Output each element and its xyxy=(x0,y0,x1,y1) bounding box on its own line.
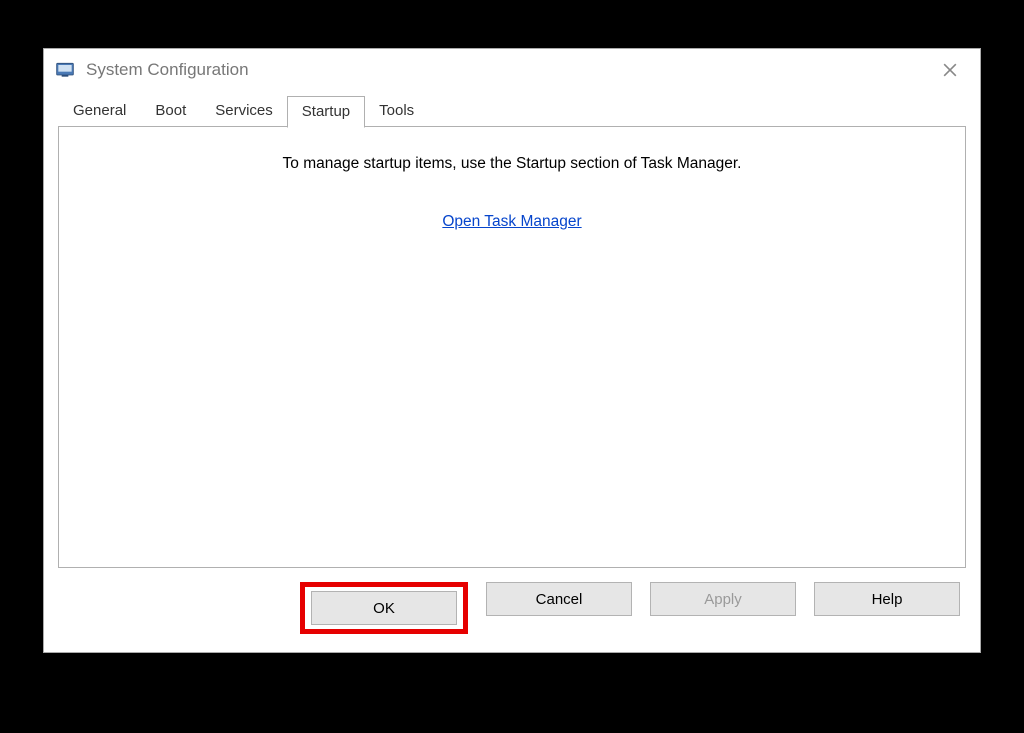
open-task-manager-link[interactable]: Open Task Manager xyxy=(442,213,581,230)
system-configuration-window: System Configuration General Boot Servic… xyxy=(43,48,981,653)
tab-tools[interactable]: Tools xyxy=(364,95,429,126)
titlebar: System Configuration xyxy=(44,49,980,91)
ok-highlight: OK xyxy=(300,582,468,634)
cancel-button[interactable]: Cancel xyxy=(486,582,632,616)
tabstrip: General Boot Services Startup Tools xyxy=(58,95,966,126)
msconfig-icon xyxy=(54,59,76,81)
startup-message: To manage startup items, use the Startup… xyxy=(79,155,945,173)
help-button[interactable]: Help xyxy=(814,582,960,616)
startup-tab-panel: To manage startup items, use the Startup… xyxy=(58,126,966,568)
apply-button: Apply xyxy=(650,582,796,616)
ok-button[interactable]: OK xyxy=(311,591,457,625)
tab-services[interactable]: Services xyxy=(200,95,288,126)
close-button[interactable] xyxy=(928,54,972,86)
close-icon xyxy=(943,63,957,77)
dialog-body: General Boot Services Startup Tools To m… xyxy=(44,91,980,652)
tab-boot[interactable]: Boot xyxy=(140,95,201,126)
button-row: OK Cancel Apply Help xyxy=(58,568,966,638)
tab-general[interactable]: General xyxy=(58,95,141,126)
window-title: System Configuration xyxy=(86,60,928,80)
tab-startup[interactable]: Startup xyxy=(287,96,365,128)
